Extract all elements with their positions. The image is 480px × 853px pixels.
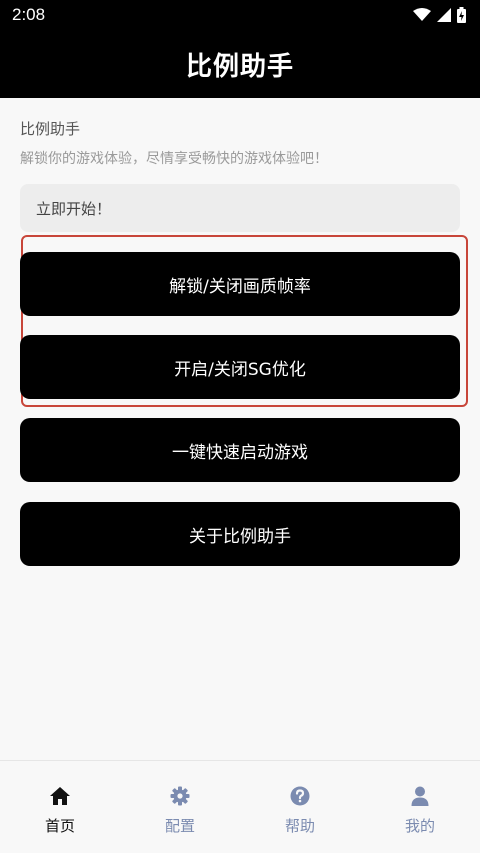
main-content: 比例助手 解锁你的游戏体验，尽情享受畅快的游戏体验吧！ 立即开始！ 解锁/关闭画… — [0, 98, 480, 760]
section-title: 比例助手 — [20, 120, 81, 138]
status-time: 2:08 — [12, 5, 46, 24]
start-now-text: 立即开始！ — [36, 199, 112, 218]
home-icon — [49, 785, 71, 807]
tab-help[interactable]: 帮助 — [240, 761, 360, 853]
about-button[interactable]: 关于比例助手 — [20, 502, 460, 566]
battery-icon — [457, 7, 466, 23]
tab-mine[interactable]: 我的 — [360, 761, 480, 853]
tab-config-label: 配置 — [164, 817, 195, 835]
tab-help-label: 帮助 — [284, 817, 315, 835]
tab-home[interactable]: 首页 — [0, 761, 120, 853]
sg-optimize-button[interactable]: 开启/关闭SG优化 — [20, 335, 460, 399]
quick-launch-game-button[interactable]: 一键快速启动游戏 — [20, 418, 460, 482]
app-title: 比例助手 — [185, 51, 294, 82]
signal-icon — [437, 8, 451, 22]
status-bar: 2:08 — [0, 0, 480, 30]
tab-home-label: 首页 — [44, 817, 75, 835]
app-header: 比例助手 — [0, 30, 480, 98]
gear-icon — [169, 785, 191, 807]
tab-mine-label: 我的 — [404, 817, 435, 835]
tab-config[interactable]: 配置 — [120, 761, 240, 853]
bottom-tab-bar: 首页 配置 帮助 我的 — [0, 760, 480, 853]
wifi-icon — [413, 8, 431, 21]
start-now-box: 立即开始！ — [20, 184, 460, 232]
unlock-framerate-button[interactable]: 解锁/关闭画质帧率 — [20, 252, 460, 316]
help-icon — [289, 785, 311, 807]
section-subtitle: 解锁你的游戏体验，尽情享受畅快的游戏体验吧！ — [20, 151, 328, 167]
status-icons — [413, 7, 466, 23]
user-icon — [409, 785, 431, 807]
